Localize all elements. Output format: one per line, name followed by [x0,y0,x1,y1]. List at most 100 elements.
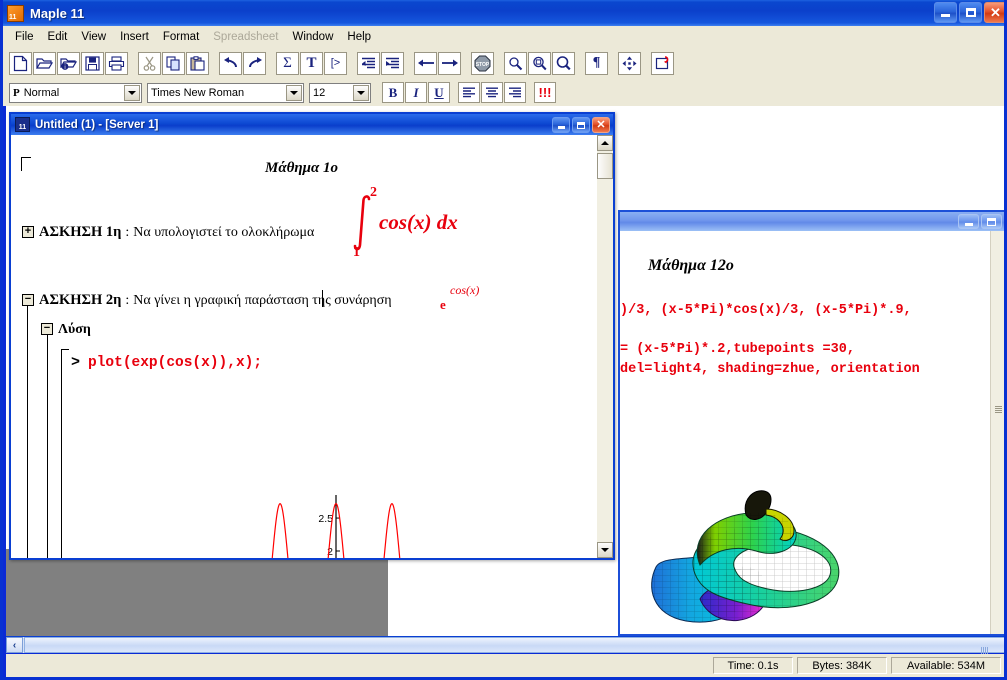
redo-button[interactable] [243,51,266,75]
zoom-in-button[interactable] [552,51,575,75]
paste-button[interactable] [186,51,209,75]
scroll-down-button[interactable] [597,542,613,558]
italic-button[interactable]: I [405,82,427,103]
font-value: Times New Roman [151,86,245,99]
application-window: 11 Maple 11 ✕ File Edit View Insert Form… [0,0,1007,680]
style-dropdown[interactable]: P Normal [9,82,142,103]
align-right-button[interactable] [504,82,526,103]
font-size-dropdown[interactable]: 12 [309,82,371,103]
maple-doc-icon: 11 [15,117,30,132]
integrand-expression: cos(x) dx [379,210,458,234]
indent-button[interactable] [381,51,404,75]
menu-item-insert[interactable]: Insert [113,29,156,45]
maple-prompt: > [71,354,81,371]
chevron-down-icon[interactable] [353,84,369,101]
underline-button[interactable]: U [428,82,450,103]
exp-base: e [440,297,446,312]
exercise-2-text: Να γίνει η γραφική παράσταση της συνάρησ… [133,293,392,308]
maple-input-line[interactable]: > plot(exp(cos(x)),x); [71,354,262,371]
toolbar-separator [642,52,651,75]
horizontal-scroll-track[interactable] [24,637,1004,655]
menubar: File Edit View Insert Format Spreadsheet… [3,26,1004,47]
paragraph-marks-button[interactable]: ¶ [585,51,608,75]
move-button[interactable] [618,51,641,75]
plot-output[interactable]: -10-8-6-4-202468100.511.522.5 [229,487,429,558]
doc-minimize-button[interactable] [552,117,570,133]
exercise-2-collapse-toggle[interactable]: − [22,293,34,306]
background-document-window[interactable]: Μάθημα 12ο )/3, (x-5*Pi)*cos(x)/3, (x-5*… [618,210,1004,636]
document-window-titlebar[interactable]: 11 Untitled (1) - [Server 1] ✕ [11,114,613,135]
open-url-button[interactable]: i [57,51,80,75]
mdi-client-area: Μάθημα 12ο )/3, (x-5*Pi)*cos(x)/3, (x-5*… [6,106,1004,636]
bold-button[interactable]: B [382,82,404,103]
restart-button[interactable] [651,51,674,75]
menu-item-file[interactable]: File [8,29,41,45]
align-center-button[interactable] [481,82,503,103]
menu-item-window[interactable]: Window [285,29,340,45]
prompt-mode-button[interactable]: [> [324,51,347,75]
bg-code-line-1: )/3, (x-5*Pi)*cos(x)/3, (x-5*Pi)*.9, [620,303,912,318]
document-vertical-scrollbar[interactable] [597,135,613,558]
exercise-1-expand-toggle[interactable]: + [22,225,34,238]
undo-button[interactable] [219,51,242,75]
cut-button[interactable] [138,51,161,75]
group-bracket-rail [21,157,22,171]
chevron-down-icon[interactable] [124,84,140,101]
execute-worksheet-button[interactable]: !!! [534,82,556,103]
doc-maximize-button[interactable] [572,117,590,133]
status-bytes: Bytes: 384K [797,657,887,674]
text-mode-button[interactable]: T [300,51,323,75]
svg-text:i: i [64,65,65,71]
bold-label: B [388,84,398,100]
new-document-button[interactable] [9,51,32,75]
scroll-up-button[interactable] [597,135,613,151]
menu-item-format[interactable]: Format [156,29,206,45]
toolbar-separator [495,52,504,75]
minimize-button[interactable] [934,2,957,23]
worksheet-canvas[interactable]: Μάθημα 1ο + ΑΣΚΗΣΗ 1η : Να υπολογιστεί τ… [11,135,597,558]
background-window-titlebar [620,212,1004,231]
exercise-1-separator: : [125,225,130,240]
doc-close-button[interactable]: ✕ [592,117,610,133]
toolbar-separator [267,52,276,75]
copy-button[interactable] [162,51,185,75]
close-button[interactable]: ✕ [984,2,1004,23]
group-bracket-top [21,157,31,158]
active-document-window[interactable]: 11 Untitled (1) - [Server 1] ✕ Μάθημα 1ο [9,112,615,560]
mdi-empty-background [6,549,388,636]
vertical-scroll-thumb[interactable] [597,153,613,179]
print-button[interactable] [105,51,128,75]
save-button[interactable] [81,51,104,75]
svg-text:STOP: STOP [476,62,490,68]
plot-canvas[interactable]: -10-8-6-4-202468100.511.522.5 [229,487,429,558]
solution-collapse-toggle[interactable]: − [41,322,53,335]
integral-lower-limit: 1 [353,245,360,260]
zoom-normal-button[interactable] [528,51,551,75]
exercise-1-label: ΑΣΚΗΣΗ 1η [39,224,122,240]
background-window-vertical-scrollbar[interactable] [990,231,1004,634]
font-dropdown[interactable]: Times New Roman [147,82,304,103]
scroll-left-button[interactable]: ‹ [6,637,23,653]
menu-item-help[interactable]: Help [340,29,378,45]
scrollbar-grip-icon [981,642,990,655]
zoom-out-button[interactable] [504,51,527,75]
bg-maximize-button[interactable] [981,214,1002,229]
forward-arrow-button[interactable] [438,51,461,75]
mdi-horizontal-scrollbar[interactable]: ‹ [6,636,1004,655]
outdent-button[interactable] [357,51,380,75]
open-document-button[interactable] [33,51,56,75]
back-arrow-button[interactable] [414,51,437,75]
integral-expression: 2 1 cos(x) dx [353,185,493,260]
bg-minimize-button[interactable] [958,214,979,229]
bg-code-line-2: = (x-5*Pi)*.2,tubepoints =30, [620,342,855,357]
3d-tube-plot[interactable] [638,479,918,629]
sum-sigma-button[interactable]: Σ [276,51,299,75]
menu-item-view[interactable]: View [74,29,113,45]
background-window-body: Μάθημα 12ο )/3, (x-5*Pi)*cos(x)/3, (x-5*… [620,231,1004,634]
stop-button[interactable]: STOP [471,51,494,75]
align-left-button[interactable] [458,82,480,103]
maximize-button[interactable] [959,2,982,23]
chevron-down-icon [601,548,609,552]
chevron-down-icon[interactable] [286,84,302,101]
menu-item-edit[interactable]: Edit [41,29,75,45]
